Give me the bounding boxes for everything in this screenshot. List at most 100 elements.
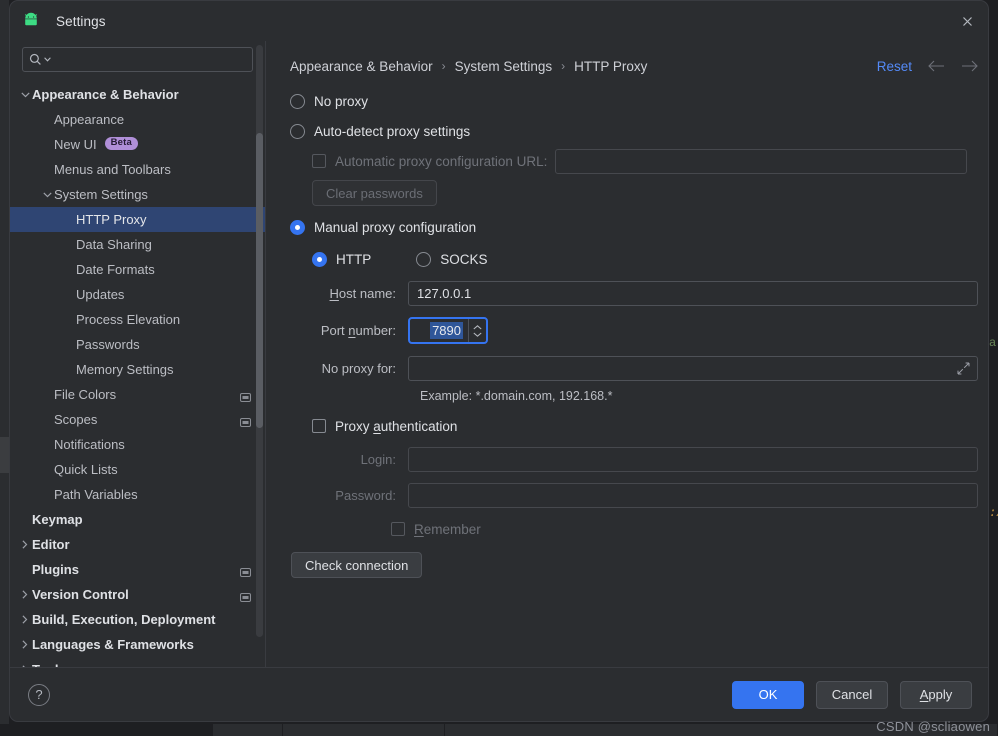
radio-auto-detect[interactable]: Auto-detect proxy settings	[290, 119, 978, 143]
sidebar-item-label: Editor	[32, 537, 70, 552]
sidebar-item-updates[interactable]: Updates	[10, 282, 265, 307]
reset-link[interactable]: Reset	[877, 59, 912, 74]
arrow-right-icon[interactable]	[961, 60, 978, 72]
host-name-label: Host name:	[329, 286, 396, 301]
sidebar-item-path-variables[interactable]: Path Variables	[10, 482, 265, 507]
arrow-left-icon[interactable]	[928, 60, 945, 72]
cancel-button[interactable]: Cancel	[816, 680, 888, 709]
sidebar-item-memory-settings[interactable]: Memory Settings	[10, 357, 265, 382]
no-proxy-for-input[interactable]	[408, 356, 978, 381]
sidebar-item-scopes[interactable]: Scopes	[10, 407, 265, 432]
chevron-down-icon[interactable]	[18, 91, 32, 98]
radio-socks-indicator[interactable]	[416, 251, 432, 267]
check-connection-button[interactable]: Check connection	[291, 552, 423, 578]
search-icon	[29, 53, 41, 65]
help-button[interactable]: ?	[28, 683, 50, 706]
http-proxy-form: No proxy Auto-detect proxy settings Auto…	[290, 89, 978, 578]
sidebar-item-date-formats[interactable]: Date Formats	[10, 257, 265, 282]
port-stepper-arrows[interactable]	[468, 319, 486, 342]
chevron-right-icon[interactable]	[18, 540, 32, 549]
sidebar-item-label: Menus and Toolbars	[54, 162, 171, 177]
chevron-right-icon[interactable]	[18, 590, 32, 599]
settings-dialog: Settings Appearance & Behavior Appearance…	[9, 0, 989, 722]
sidebar-item-data-sharing[interactable]: Data Sharing	[10, 232, 265, 257]
ok-button[interactable]: OK	[732, 680, 804, 709]
sidebar-item-new-ui[interactable]: New UI Beta	[10, 132, 265, 157]
sidebar-item-label: Languages & Frameworks	[32, 637, 194, 652]
chevron-right-icon[interactable]	[18, 640, 32, 649]
radio-http-label: HTTP	[336, 251, 372, 267]
left-strip-active-tab[interactable]	[0, 437, 9, 473]
sidebar-item-editor[interactable]: Editor	[10, 532, 265, 557]
radio-manual-proxy[interactable]: Manual proxy configuration	[290, 215, 978, 239]
expand-icon[interactable]	[957, 362, 970, 378]
port-number-stepper[interactable]: 7890	[408, 317, 488, 344]
sidebar-item-tools[interactable]: Tools	[10, 657, 265, 667]
sidebar-item-label: Date Formats	[76, 262, 155, 277]
sidebar-item-process-elevation[interactable]: Process Elevation	[10, 307, 265, 332]
sidebar-item-appearance-behavior[interactable]: Appearance & Behavior	[10, 82, 265, 107]
host-name-input[interactable]: 127.0.0.1	[408, 281, 978, 306]
stepper-down-icon[interactable]	[473, 332, 482, 337]
apply-button[interactable]: Apply	[900, 680, 972, 709]
sidebar-item-http-proxy[interactable]: HTTP Proxy	[10, 207, 265, 232]
breadcrumb: Appearance & Behavior › System Settings …	[290, 41, 978, 83]
bg-code-fragment-2: :/	[989, 506, 998, 520]
sidebar-item-system-settings[interactable]: System Settings	[10, 182, 265, 207]
sidebar-item-menus-and-toolbars[interactable]: Menus and Toolbars	[10, 157, 265, 182]
close-icon[interactable]	[954, 8, 980, 34]
settings-tree[interactable]: Appearance & Behavior Appearance New UI Bet…	[10, 80, 265, 667]
sidebar-item-quick-lists[interactable]: Quick Lists	[10, 457, 265, 482]
breadcrumb-item-1[interactable]: System Settings	[455, 59, 553, 74]
radio-no-proxy-label: No proxy	[314, 93, 369, 109]
chevron-down-icon[interactable]	[40, 191, 54, 198]
sidebar-item-label: Build, Execution, Deployment	[32, 612, 216, 627]
dialog-body: Appearance & Behavior Appearance New UI Bet…	[10, 41, 988, 667]
project-badge-icon	[240, 415, 251, 430]
radio-no-proxy-indicator[interactable]	[290, 93, 305, 109]
sidebar-item-passwords[interactable]: Passwords	[10, 332, 265, 357]
chevron-down-icon[interactable]	[44, 56, 51, 63]
radio-manual-proxy-indicator[interactable]	[290, 219, 305, 235]
no-proxy-for-label: No proxy for:	[321, 361, 396, 376]
radio-auto-detect-indicator[interactable]	[290, 123, 305, 139]
login-row: Login:	[334, 447, 978, 472]
port-number-value: 7890	[430, 322, 463, 339]
password-row: Password:	[334, 483, 978, 508]
port-number-value-wrap[interactable]: 7890	[410, 319, 468, 342]
example-hint: Example: *.domain.com, 192.168.*	[420, 389, 613, 403]
watermark: CSDN @scliaowen	[876, 719, 990, 734]
left-toolwindow-strip[interactable]	[0, 0, 9, 736]
search-input[interactable]	[22, 47, 253, 72]
proxy-authentication-row[interactable]: Proxy authentication	[312, 414, 978, 438]
sidebar-item-build-execution-deployment[interactable]: Build, Execution, Deployment	[10, 607, 265, 632]
sidebar-item-keymap[interactable]: Keymap	[10, 507, 265, 532]
project-badge-icon	[240, 590, 251, 605]
radio-no-proxy[interactable]: No proxy	[290, 89, 978, 113]
sidebar-item-label: Plugins	[32, 562, 79, 577]
port-number-label: Port number:	[320, 323, 396, 338]
sidebar-item-label: Scopes	[54, 412, 98, 427]
breadcrumb-item-0[interactable]: Appearance & Behavior	[290, 59, 433, 74]
project-badge-icon	[240, 565, 251, 580]
sidebar-item-notifications[interactable]: Notifications	[10, 432, 265, 457]
sidebar-item-appearance[interactable]: Appearance	[10, 107, 265, 132]
sidebar-item-plugins[interactable]: Plugins	[10, 557, 265, 582]
radio-http-indicator[interactable]	[312, 251, 327, 267]
stepper-up-icon[interactable]	[473, 324, 482, 330]
chevron-right-icon[interactable]	[18, 615, 32, 624]
chevron-right-icon[interactable]	[18, 665, 32, 667]
settings-sidebar: Appearance & Behavior Appearance New UI Bet…	[10, 41, 266, 667]
proxy-authentication-label: Proxy authentication	[335, 418, 458, 434]
pac-url-label: Automatic proxy configuration URL:	[335, 153, 548, 169]
sidebar-item-label: Quick Lists	[54, 462, 118, 477]
dialog-titlebar: Settings	[10, 1, 988, 41]
sidebar-scrollbar-thumb[interactable]	[256, 133, 263, 428]
login-label: Login:	[360, 452, 396, 467]
sidebar-item-file-colors[interactable]: File Colors	[10, 382, 265, 407]
checkbox-proxy-authentication[interactable]	[312, 419, 326, 433]
sidebar-item-languages-frameworks[interactable]: Languages & Frameworks	[10, 632, 265, 657]
sidebar-item-version-control[interactable]: Version Control	[10, 582, 265, 607]
radio-manual-proxy-label: Manual proxy configuration	[314, 219, 477, 235]
sidebar-scrollbar[interactable]	[256, 45, 263, 637]
